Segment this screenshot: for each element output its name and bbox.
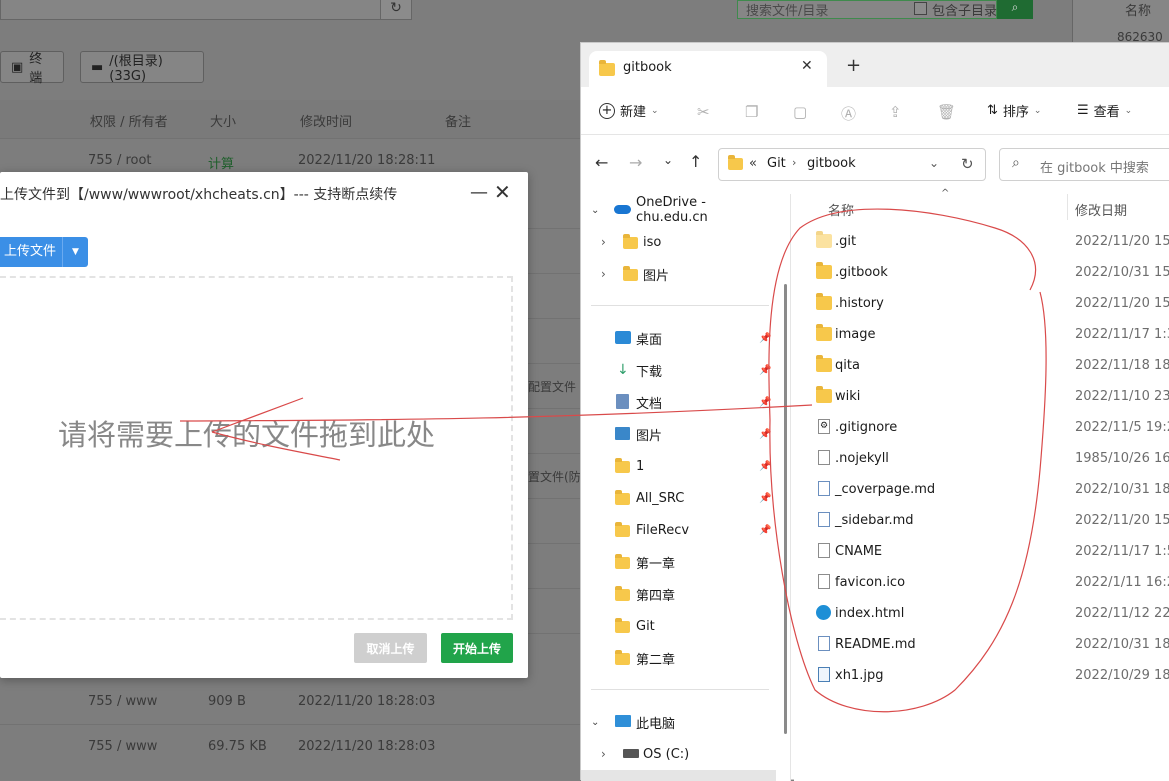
- red-annotation: [179, 208, 1047, 713]
